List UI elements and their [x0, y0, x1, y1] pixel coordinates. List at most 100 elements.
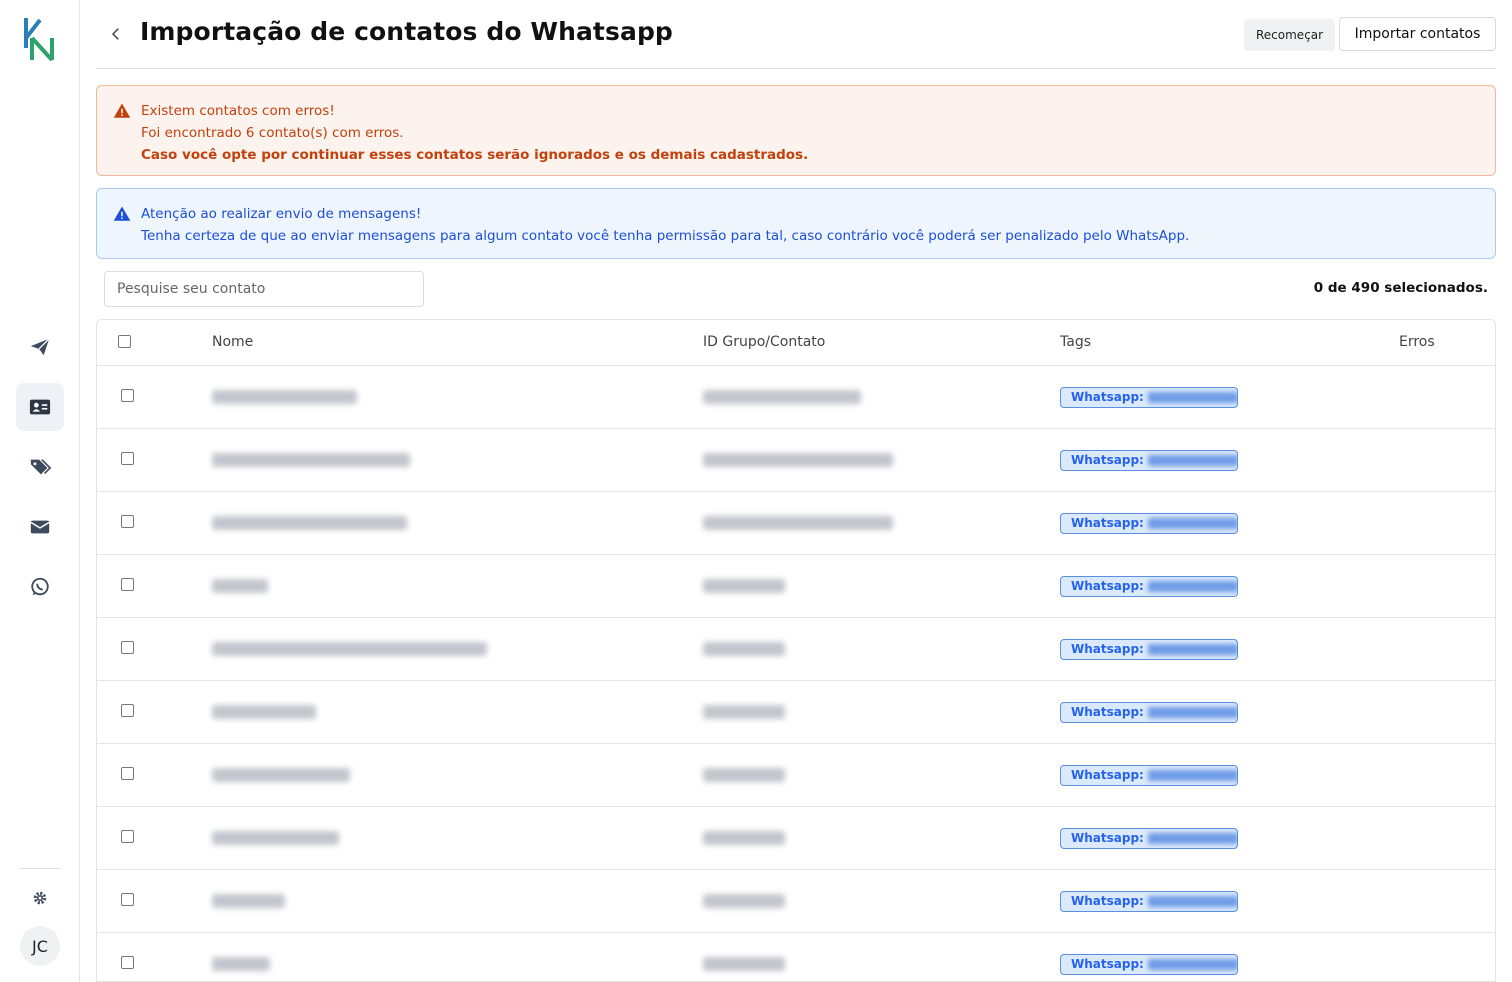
- tag-label: Whatsapp:: [1071, 516, 1144, 530]
- whatsapp-tag: Whatsapp:: [1060, 387, 1238, 408]
- contact-id-redacted: [703, 768, 785, 782]
- table-body: Whatsapp: Whatsapp: Whatsapp: Whatsapp: What…: [97, 366, 1495, 981]
- tags-icon: [30, 459, 51, 475]
- table-row[interactable]: Whatsapp:: [97, 366, 1495, 429]
- tag-value-redacted: [1147, 392, 1237, 403]
- row-checkbox[interactable]: [121, 767, 134, 780]
- contact-name-redacted: [212, 390, 357, 404]
- gear-icon: [33, 891, 47, 905]
- selection-count: 0 de 490 selecionados.: [1313, 280, 1488, 296]
- contact-id-redacted: [703, 453, 893, 467]
- tag-label: Whatsapp:: [1071, 705, 1144, 719]
- table-row[interactable]: Whatsapp:: [97, 555, 1495, 618]
- sidebar-item-whatsapp[interactable]: [16, 563, 64, 611]
- info-alert-line1: Tenha certeza de que ao enviar mensagens…: [141, 228, 1190, 244]
- avatar[interactable]: JC: [20, 926, 60, 966]
- tag-value-redacted: [1147, 581, 1237, 592]
- contact-id-redacted: [703, 579, 785, 593]
- tag-value-redacted: [1147, 770, 1237, 781]
- select-all-checkbox[interactable]: [118, 335, 131, 348]
- table-row[interactable]: Whatsapp:: [97, 933, 1495, 981]
- tag-label: Whatsapp:: [1071, 768, 1144, 782]
- contact-id-redacted: [703, 831, 785, 845]
- sidebar-item-campaigns[interactable]: [16, 323, 64, 371]
- table-row[interactable]: Whatsapp:: [97, 429, 1495, 492]
- row-checkbox[interactable]: [121, 389, 134, 402]
- contact-name-redacted: [212, 642, 487, 656]
- sidebar-item-tags[interactable]: [16, 443, 64, 491]
- table-row[interactable]: Whatsapp:: [97, 807, 1495, 870]
- contacts-table: Nome ID Grupo/Contato Tags Erros Whatsap…: [96, 319, 1496, 982]
- warning-triangle-icon: [113, 206, 131, 221]
- send-icon: [30, 338, 50, 356]
- table-row[interactable]: Whatsapp:: [97, 681, 1495, 744]
- error-alert-line2: Caso você opte por continuar esses conta…: [141, 147, 809, 163]
- contact-name-redacted: [212, 957, 270, 971]
- sidebar-divider: [20, 868, 60, 869]
- row-checkbox[interactable]: [121, 641, 134, 654]
- tag-label: Whatsapp:: [1071, 453, 1144, 467]
- tag-label: Whatsapp:: [1071, 957, 1144, 971]
- sidebar-item-email[interactable]: [16, 503, 64, 551]
- back-button[interactable]: [104, 22, 128, 46]
- column-header-name: Nome: [212, 334, 254, 350]
- tag-value-redacted: [1147, 833, 1237, 844]
- import-contacts-button[interactable]: Importar contatos: [1339, 17, 1496, 51]
- logo[interactable]: [22, 16, 58, 62]
- whatsapp-tag: Whatsapp:: [1060, 765, 1238, 786]
- sidebar-item-contacts[interactable]: [16, 383, 64, 431]
- contact-id-redacted: [703, 390, 861, 404]
- tag-label: Whatsapp:: [1071, 831, 1144, 845]
- row-checkbox[interactable]: [121, 578, 134, 591]
- contact-name-redacted: [212, 894, 285, 908]
- tag-label: Whatsapp:: [1071, 642, 1144, 656]
- mail-icon: [30, 520, 50, 534]
- tag-label: Whatsapp:: [1071, 579, 1144, 593]
- row-checkbox[interactable]: [121, 956, 134, 969]
- warning-triangle-icon: [113, 103, 131, 118]
- error-alert: Existem contatos com erros! Foi encontra…: [96, 85, 1496, 176]
- page-title: Importação de contatos do Whatsapp: [140, 17, 673, 46]
- table-row[interactable]: Whatsapp:: [97, 618, 1495, 681]
- contact-card-icon: [29, 399, 51, 415]
- sidebar: JC: [0, 0, 80, 982]
- table-row[interactable]: Whatsapp:: [97, 492, 1495, 555]
- tag-value-redacted: [1147, 707, 1237, 718]
- contact-name-redacted: [212, 516, 407, 530]
- whatsapp-icon: [31, 577, 49, 596]
- tag-value-redacted: [1147, 896, 1237, 907]
- table-row[interactable]: Whatsapp:: [97, 744, 1495, 807]
- row-checkbox[interactable]: [121, 452, 134, 465]
- tag-value-redacted: [1147, 644, 1237, 655]
- restart-button[interactable]: Recomeçar: [1244, 19, 1336, 51]
- page-header: Importação de contatos do Whatsapp Recom…: [96, 0, 1496, 69]
- column-header-tags: Tags: [1060, 334, 1091, 350]
- info-alert: Atenção ao realizar envio de mensagens! …: [96, 188, 1496, 259]
- table-row[interactable]: Whatsapp:: [97, 870, 1495, 933]
- whatsapp-tag: Whatsapp:: [1060, 576, 1238, 597]
- tag-value-redacted: [1147, 959, 1237, 970]
- whatsapp-tag: Whatsapp:: [1060, 450, 1238, 471]
- contact-id-redacted: [703, 957, 785, 971]
- settings-button[interactable]: [28, 886, 52, 910]
- chevron-left-icon: [112, 28, 119, 40]
- tag-label: Whatsapp:: [1071, 390, 1144, 404]
- contact-id-redacted: [703, 894, 785, 908]
- contact-id-redacted: [703, 705, 785, 719]
- column-header-errors: Erros: [1399, 334, 1435, 350]
- avatar-initials: JC: [32, 936, 48, 956]
- row-checkbox[interactable]: [121, 515, 134, 528]
- tag-value-redacted: [1147, 455, 1237, 466]
- contact-name-redacted: [212, 453, 410, 467]
- contact-name-redacted: [212, 579, 268, 593]
- row-checkbox[interactable]: [121, 893, 134, 906]
- contact-name-redacted: [212, 768, 350, 782]
- tag-value-redacted: [1147, 518, 1237, 529]
- whatsapp-tag: Whatsapp:: [1060, 513, 1238, 534]
- info-alert-title: Atenção ao realizar envio de mensagens!: [141, 206, 422, 222]
- table-header: Nome ID Grupo/Contato Tags Erros: [97, 320, 1495, 366]
- column-header-id: ID Grupo/Contato: [703, 334, 826, 350]
- row-checkbox[interactable]: [121, 704, 134, 717]
- search-input[interactable]: [104, 271, 424, 307]
- row-checkbox[interactable]: [121, 830, 134, 843]
